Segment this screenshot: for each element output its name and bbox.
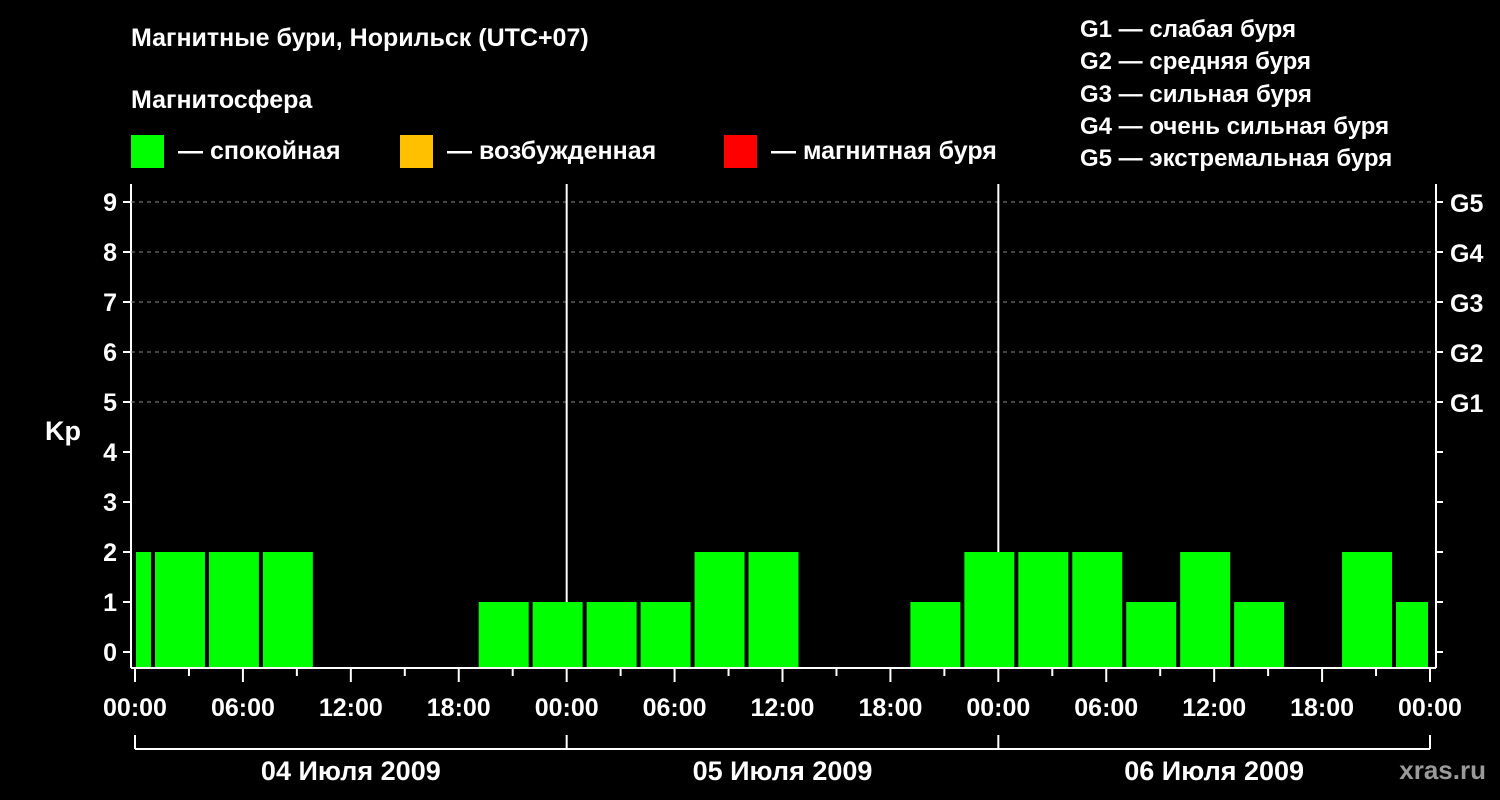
day-label: 04 Июля 2009 [261,756,441,786]
kp-bar [1072,552,1123,667]
x-tick-label: 18:00 [858,694,922,722]
y-axis-label: Kp [45,416,81,446]
x-tick-label: 06:00 [211,694,275,722]
g-tick-label: G1 [1450,390,1483,418]
day-label: 05 Июля 2009 [693,756,873,786]
kp-bar [694,552,745,667]
y-tick-label: 4 [103,439,117,467]
kp-bar [154,552,205,667]
watermark: xras.ru [1399,755,1486,785]
y-tick-label: 9 [103,189,117,217]
day-label: 06 Июля 2009 [1124,756,1304,786]
x-tick-label: 00:00 [535,694,599,722]
x-tick-label: 18:00 [1290,694,1354,722]
kp-bar [262,552,313,667]
x-tick-label: 00:00 [966,694,1030,722]
x-tick-label: 00:00 [1398,694,1462,722]
x-tick-label: 06:00 [643,694,707,722]
kp-bar [748,552,799,667]
kp-bar [910,602,961,667]
x-tick-label: 12:00 [751,694,815,722]
x-tick-label: 06:00 [1074,694,1138,722]
x-tick-label: 12:00 [319,694,383,722]
y-tick-label: 7 [103,289,117,317]
y-tick-label: 2 [103,539,117,567]
y-tick-label: 3 [103,489,117,517]
y-tick-label: 0 [103,639,117,667]
kp-bar [136,552,151,667]
kp-bar [1180,552,1231,667]
kp-bar [478,602,529,667]
kp-bar [1342,552,1393,667]
y-tick-label: 6 [103,339,117,367]
g-tick-label: G2 [1450,340,1483,368]
x-tick-label: 00:00 [103,694,167,722]
kp-bar [532,602,583,667]
kp-bar [1018,552,1069,667]
y-tick-label: 5 [103,389,117,417]
kp-bar [208,552,259,667]
y-tick-label: 8 [103,239,117,267]
kp-bar-chart: 0 1 2 3 4 5 6 7 8 9 Kp G1 G2 G3 G4 G5 00:00 06:00 12:00 18:… [45,184,1483,786]
kp-bar [1234,602,1285,667]
g-tick-label: G4 [1450,240,1483,268]
kp-bar [1396,602,1428,667]
y-tick-label: 1 [103,589,117,617]
kp-bar [1126,602,1177,667]
kp-bar [640,602,691,667]
g-tick-label: G5 [1450,190,1483,218]
kp-bar [586,602,637,667]
g-tick-label: G3 [1450,290,1483,318]
kp-bar [964,552,1015,667]
x-tick-label: 12:00 [1182,694,1246,722]
x-tick-label: 18:00 [427,694,491,722]
